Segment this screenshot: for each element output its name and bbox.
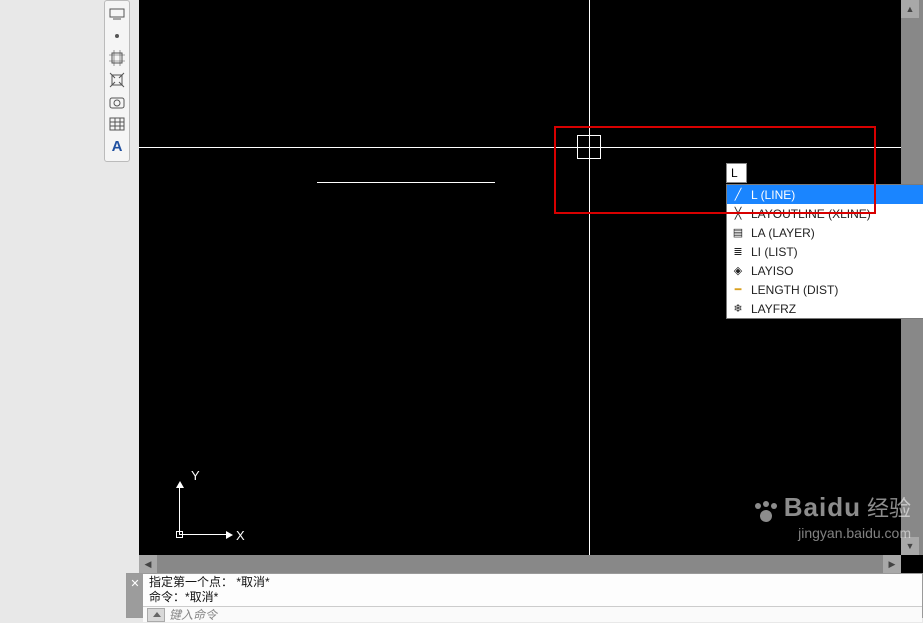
trim-icon xyxy=(109,72,125,88)
autocomplete-item[interactable]: ━ LENGTH (DIST) xyxy=(727,280,923,299)
cursor-pickbox xyxy=(577,135,601,159)
tool-button-6[interactable] xyxy=(107,114,127,134)
ucs-x-axis xyxy=(179,534,227,535)
vertical-toolbar: A xyxy=(104,0,130,162)
scroll-up-button[interactable]: ▲ xyxy=(901,0,919,18)
autocomplete-item-label: LA (LAYER) xyxy=(751,226,815,240)
tool-button-1[interactable] xyxy=(107,4,127,24)
autocomplete-item-label: LAYISO xyxy=(751,264,793,278)
autocomplete-item-label: LI (LIST) xyxy=(751,245,798,259)
autocomplete-item[interactable]: ╱ L (LINE) xyxy=(727,185,923,204)
command-history-toggle[interactable] xyxy=(147,608,165,622)
camera-icon xyxy=(109,95,125,109)
layiso-icon: ◈ xyxy=(731,264,745,278)
layfrz-icon: ❄ xyxy=(731,302,745,316)
tool-button-4[interactable] xyxy=(107,70,127,90)
crop-icon xyxy=(109,50,125,66)
drawn-line-segment xyxy=(317,182,495,183)
autocomplete-item[interactable]: ◈ LAYISO xyxy=(727,261,923,280)
autocomplete-item[interactable]: ╳ LAYOUTLINE (XLINE) xyxy=(727,204,923,223)
dist-icon: ━ xyxy=(731,283,745,297)
ucs-y-axis xyxy=(179,487,180,535)
command-line-panel: ✕ 指定第一个点： *取消* 命令：*取消* 键入命令 xyxy=(126,573,923,618)
paw-icon xyxy=(752,503,778,523)
command-history-line: 指定第一个点： *取消* xyxy=(149,575,916,590)
ucs-y-label: Y xyxy=(191,468,200,483)
ucs-x-label: X xyxy=(236,528,245,543)
line-icon: ╱ xyxy=(731,188,745,202)
scroll-left-button[interactable]: ◀ xyxy=(139,555,157,573)
scroll-h-track[interactable] xyxy=(157,555,883,573)
commandline-close-button[interactable]: ✕ xyxy=(127,574,143,617)
dot-icon xyxy=(115,34,119,38)
canvas-horizontal-scrollbar[interactable]: ◀ ▶ xyxy=(139,555,901,573)
xline-icon: ╳ xyxy=(731,207,745,221)
command-prompt-placeholder: 键入命令 xyxy=(169,606,217,623)
layer-icon: ▤ xyxy=(731,226,745,240)
watermark-brand: Baidu xyxy=(784,492,861,523)
autocomplete-item-label: LENGTH (DIST) xyxy=(751,283,838,297)
autocomplete-item-label: LAYOUTLINE (XLINE) xyxy=(751,207,871,221)
autocomplete-list: ╱ L (LINE) ╳ LAYOUTLINE (XLINE) ▤ LA (LA… xyxy=(726,184,923,319)
autocomplete-item-label: L (LINE) xyxy=(751,188,795,202)
autocomplete-item[interactable]: ❄ LAYFRZ xyxy=(727,299,923,318)
command-history: 指定第一个点： *取消* 命令：*取消* xyxy=(143,574,922,606)
tool-button-3[interactable] xyxy=(107,48,127,68)
crosshair-vertical xyxy=(589,0,590,573)
text-tool-button[interactable]: A xyxy=(107,136,127,156)
autocomplete-item[interactable]: ≣ LI (LIST) xyxy=(727,242,923,261)
mirror-icon xyxy=(109,8,125,20)
autocomplete-item-label: LAYFRZ xyxy=(751,302,796,316)
watermark: Baidu 经验 jingyan.baidu.com xyxy=(752,491,911,541)
command-history-line: 命令：*取消* xyxy=(149,590,916,605)
crosshair-horizontal xyxy=(139,147,923,148)
scroll-right-button[interactable]: ▶ xyxy=(883,555,901,573)
command-input-row[interactable]: 键入命令 xyxy=(143,606,922,622)
tool-button-5[interactable] xyxy=(107,92,127,112)
text-tool-icon: A xyxy=(112,138,123,155)
list-icon: ≣ xyxy=(731,245,745,259)
drawing-canvas[interactable]: Y X ▲ ▼ ◀ ▶ ╱ L (LINE) ╳ LAYOUTLINE (XLI… xyxy=(139,0,923,573)
dynamic-input[interactable] xyxy=(726,163,747,183)
scroll-down-button[interactable]: ▼ xyxy=(901,537,919,555)
table-icon xyxy=(109,117,125,131)
autocomplete-item[interactable]: ▤ LA (LAYER) xyxy=(727,223,923,242)
ucs-origin xyxy=(176,531,183,538)
tool-button-2[interactable] xyxy=(107,26,127,46)
watermark-url: jingyan.baidu.com xyxy=(752,525,911,541)
